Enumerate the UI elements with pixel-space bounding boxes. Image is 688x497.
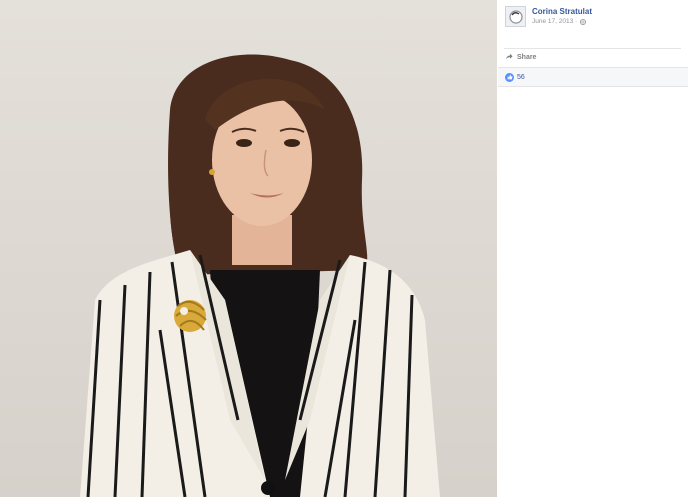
photo (0, 0, 497, 497)
author-name-link[interactable]: Corina Stratulat (532, 7, 592, 16)
like-count[interactable]: 56 (517, 74, 525, 81)
share-label: Share (517, 54, 537, 61)
avatar-image (506, 7, 525, 26)
post-sidebar: Corina Stratulat June 17, 2013 · Share 5… (497, 0, 688, 497)
globe-icon (580, 18, 587, 25)
reactions-bar[interactable]: 56 (498, 67, 688, 87)
divider (504, 48, 681, 49)
share-button[interactable]: Share (505, 53, 536, 62)
post-meta: June 17, 2013 · (532, 18, 587, 25)
like-thumb-icon (505, 72, 514, 82)
post-header: Corina Stratulat June 17, 2013 · (505, 6, 680, 32)
post-date-link[interactable]: June 17, 2013 · (532, 18, 577, 25)
share-arrow-icon (505, 53, 513, 62)
brooch (174, 300, 207, 332)
portrait-image (80, 54, 440, 497)
author-avatar[interactable] (505, 6, 526, 27)
